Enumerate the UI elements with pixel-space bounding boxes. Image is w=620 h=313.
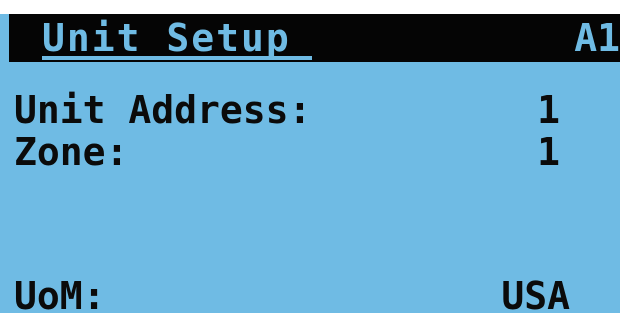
- screen-id: A1: [574, 16, 620, 60]
- uom-value[interactable]: USA: [470, 276, 570, 313]
- zone-value[interactable]: 1: [520, 132, 560, 172]
- page-title: Unit Setup: [42, 16, 291, 60]
- unit-address-label: Unit Address:: [14, 88, 312, 132]
- top-border: [0, 0, 620, 14]
- unit-address-value[interactable]: 1: [520, 90, 560, 130]
- uom-label: UoM:: [14, 274, 106, 313]
- lcd-screen: Unit Setup A1 Unit Address: 1 Zone: 1 Uo…: [0, 0, 620, 313]
- zone-label: Zone:: [14, 130, 129, 174]
- title-cursor-underline: [42, 56, 312, 60]
